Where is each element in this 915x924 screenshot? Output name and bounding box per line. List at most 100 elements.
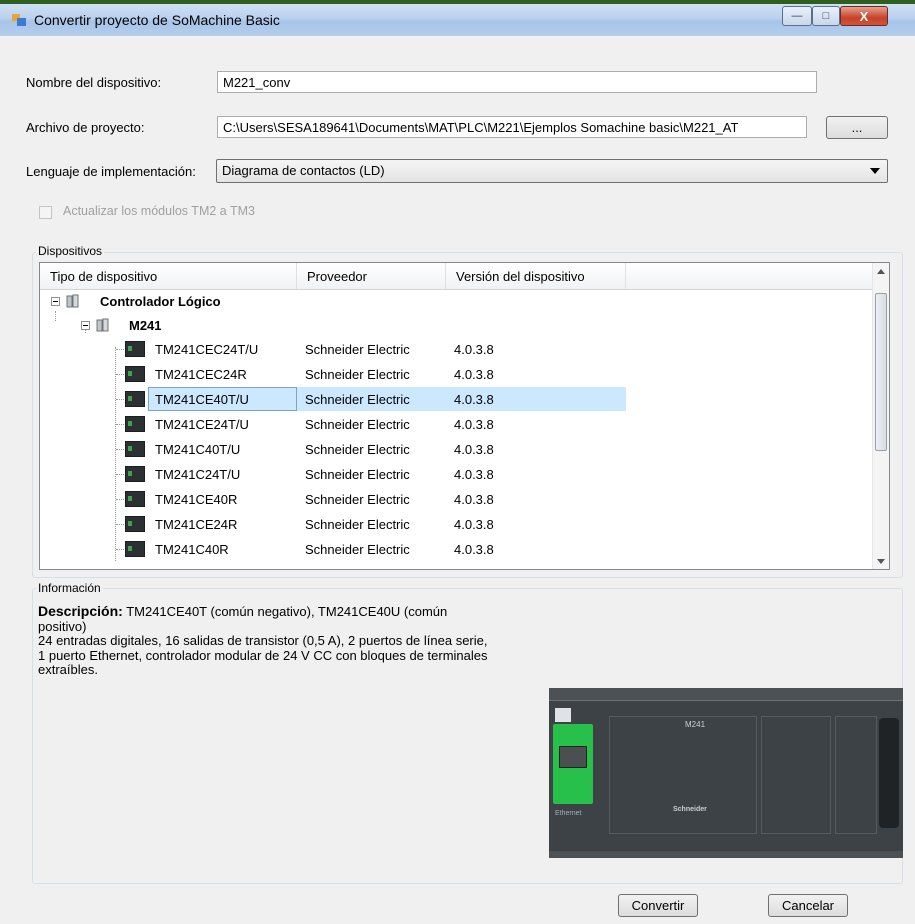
maximize-button[interactable]: □ [812,6,840,26]
plc-module [761,716,831,834]
device-vendor-cell: Schneider Electric [305,542,410,557]
device-version-cell: 4.0.3.8 [454,517,494,532]
dialog-client: Nombre del dispositivo: M221_conv Archiv… [10,36,905,924]
description-line: 24 entradas digitales, 16 salidas de tra… [38,633,488,648]
app-icon [12,14,26,26]
device-vendor-cell: Schneider Electric [305,367,410,382]
device-version-cell: 4.0.3.8 [454,442,494,457]
collapse-icon [51,297,60,306]
folder-icon [96,318,109,332]
plc-device-icon [125,366,145,382]
close-button[interactable]: X [840,6,888,26]
title-bar[interactable]: Convertir proyecto de SoMachine Basic — … [0,0,915,36]
tree-family-label: M241 [129,318,162,333]
device-version-cell: 4.0.3.8 [454,492,494,507]
tree-line [116,374,124,375]
description-title-cont: positivo) [38,618,87,634]
maximize-icon: □ [822,10,830,22]
info-group-title: Información [36,581,103,595]
device-row[interactable]: TM241CE24R Schneider Electric 4.0.3.8 [40,512,874,536]
tree-line [116,449,124,450]
device-vendor-cell: Schneider Electric [305,342,410,357]
tree-root-label: Controlador Lógico [100,294,221,309]
device-row[interactable]: TM241C40T/U Schneider Electric 4.0.3.8 [40,437,874,461]
convert-project-dialog: Convertir proyecto de SoMachine Basic — … [0,0,915,924]
device-row[interactable]: TM241C40R Schneider Electric 4.0.3.8 [40,537,874,561]
device-row[interactable]: TM241CE24T/U Schneider Electric 4.0.3.8 [40,412,874,436]
plc-module [609,716,757,834]
device-version-cell: 4.0.3.8 [454,392,494,407]
device-type-cell: TM241CE24T/U [155,417,249,432]
tree-node-root[interactable]: Controlador Lógico [40,289,874,313]
scroll-down-icon[interactable] [877,559,885,565]
plc-side-cover [879,718,899,828]
device-row[interactable]: TM241CEC24R Schneider Electric 4.0.3.8 [40,362,874,386]
plc-device-icon [125,441,145,457]
plc-module [835,716,877,834]
device-type-cell: TM241C40R [155,542,229,557]
device-row[interactable]: TM241CE40T/U Schneider Electric 4.0.3.8 [40,387,874,411]
device-vendor-cell: Schneider Electric [305,417,410,432]
device-type-cell: TM241CE40T/U [155,392,249,407]
plc-device-icon [125,491,145,507]
language-label: Lenguaje de implementación: [26,164,196,179]
device-type-cell: TM241C40T/U [155,442,241,457]
browse-button[interactable]: ... [826,116,888,139]
minimize-button[interactable]: — [782,6,812,26]
device-type-cell: TM241CE24R [155,517,238,532]
window-title: Convertir proyecto de SoMachine Basic [34,12,280,28]
description-line: extraíbles. [38,662,98,677]
tree-line [116,549,124,550]
description-line: 1 puerto Ethernet, controlador modular d… [38,647,488,663]
minimize-icon: — [791,10,803,22]
device-image: Ethernet M241 Schneider [549,688,903,858]
description-block: Descripción: TM241CE40T (común negativo)… [38,604,548,678]
column-header-vendor[interactable]: Proveedor [297,263,446,289]
update-modules-checkbox[interactable] [39,206,52,219]
plc-device-icon [125,466,145,482]
plc-model-label: M241 [685,720,706,729]
plc-port-label: Ethernet [555,810,582,817]
device-version-cell: 4.0.3.8 [454,367,494,382]
cancel-button[interactable]: Cancelar [768,894,848,917]
device-vendor-cell: Schneider Electric [305,392,410,407]
column-header-version[interactable]: Versión del dispositivo [446,263,626,289]
device-row[interactable]: TM241C24T/U Schneider Electric 4.0.3.8 [40,462,874,486]
chevron-down-icon [870,168,880,174]
device-vendor-cell: Schneider Electric [305,442,410,457]
plc-device-icon [125,516,145,532]
scroll-up-icon[interactable] [877,269,885,275]
devices-list[interactable]: Tipo de dispositivo Proveedor Versión de… [39,262,890,570]
update-modules-label: Actualizar los módulos TM2 a TM3 [63,204,255,218]
device-name-field[interactable]: M221_conv [217,71,817,93]
column-header-type[interactable]: Tipo de dispositivo [40,263,297,289]
device-type-cell: TM241CE40R [155,492,238,507]
tree-node-family[interactable]: M241 [40,313,874,337]
tree-line [116,524,124,525]
tree-line [116,474,124,475]
device-version-cell: 4.0.3.8 [454,342,494,357]
devices-group-title: Dispositivos [36,244,105,258]
device-vendor-cell: Schneider Electric [305,517,410,532]
language-value: Diagrama de contactos (LD) [222,163,385,178]
plc-device-icon [125,391,145,407]
device-type-cell: TM241CEC24T/U [155,342,259,357]
plc-device-icon [125,416,145,432]
devices-scrollbar[interactable] [872,263,889,569]
collapse-icon [81,321,90,330]
description-title: TM241CE40T (común negativo), TM241CE40U … [126,604,448,619]
qr-code-icon [555,708,571,722]
project-file-field[interactable]: C:\Users\SESA189641\Documents\MAT\PLC\M2… [217,116,807,138]
device-row[interactable]: TM241CE40R Schneider Electric 4.0.3.8 [40,487,874,511]
language-select[interactable]: Diagrama de contactos (LD) [216,159,888,183]
tree-line [116,499,124,500]
device-vendor-cell: Schneider Electric [305,467,410,482]
folder-icon [66,294,79,308]
device-type-cell: TM241C24T/U [155,467,241,482]
device-row[interactable]: TM241CEC24T/U Schneider Electric 4.0.3.8 [40,337,874,361]
convert-button[interactable]: Convertir [618,894,698,917]
scroll-thumb[interactable] [875,293,887,451]
tree-line [116,424,124,425]
tree-line [116,399,124,400]
devices-list-header: Tipo de dispositivo Proveedor Versión de… [40,263,889,290]
